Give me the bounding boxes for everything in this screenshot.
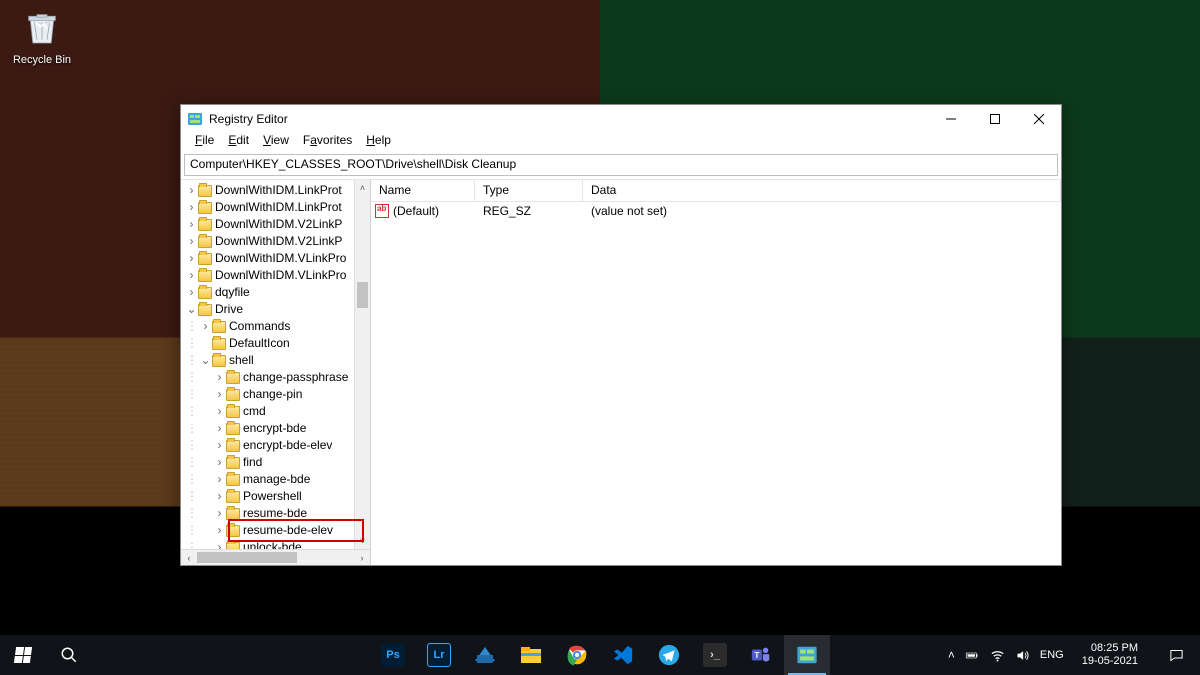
col-data[interactable]: Data <box>583 180 1061 201</box>
action-center-button[interactable] <box>1156 635 1196 675</box>
taskbar-app-mail[interactable] <box>462 635 508 675</box>
volume-icon[interactable] <box>1015 648 1030 663</box>
scroll-left-icon[interactable]: ‹ <box>181 550 197 566</box>
taskbar-app-teams[interactable]: T <box>738 635 784 675</box>
scroll-up-icon[interactable]: ˄ <box>355 180 370 196</box>
col-name[interactable]: Name <box>371 180 475 201</box>
recycle-bin[interactable]: Recycle Bin <box>12 8 72 66</box>
taskbar-app-lightroom[interactable]: Lr <box>416 635 462 675</box>
taskbar-app-telegram[interactable] <box>646 635 692 675</box>
scroll-thumb[interactable] <box>357 282 368 308</box>
string-value-icon <box>375 204 389 218</box>
scroll-down-icon[interactable]: ˅ <box>355 533 370 549</box>
expand-toggle[interactable]: ⌄ <box>186 301 197 318</box>
scroll-right-icon[interactable]: › <box>354 550 370 566</box>
svg-text:T: T <box>754 651 759 660</box>
recycle-bin-icon <box>22 8 62 48</box>
taskbar-app-regedit[interactable] <box>784 635 830 675</box>
value-row[interactable]: (Default) REG_SZ (value not set) <box>371 202 1061 220</box>
battery-icon[interactable] <box>965 648 980 663</box>
close-button[interactable] <box>1017 105 1061 133</box>
taskbar-app-chrome[interactable] <box>554 635 600 675</box>
scroll-thumb[interactable] <box>197 552 297 563</box>
taskbar-app-vscode[interactable] <box>600 635 646 675</box>
registry-tree[interactable]: ›DownlWithIDM.LinkProt ›DownlWithIDM.Lin… <box>181 180 370 549</box>
recycle-bin-label: Recycle Bin <box>12 54 72 66</box>
address-bar[interactable]: Computer\HKEY_CLASSES_ROOT\Drive\shell\D… <box>184 154 1058 176</box>
wifi-icon[interactable] <box>990 648 1005 663</box>
minimize-button[interactable] <box>929 105 973 133</box>
menu-file[interactable]: File <box>189 133 220 153</box>
value-list[interactable]: Name Type Data (Default) REG_SZ (value n… <box>371 180 1061 565</box>
system-tray: ˄ ENG 08:25 PM 19-05-2021 <box>948 635 1200 675</box>
window-title: Registry Editor <box>209 112 288 126</box>
regedit-icon <box>187 111 203 127</box>
menu-favorites[interactable]: Favorites <box>297 133 358 153</box>
notification-icon <box>1169 648 1184 663</box>
taskbar-app-terminal[interactable]: ›_ <box>692 635 738 675</box>
clock[interactable]: 08:25 PM 19-05-2021 <box>1074 642 1146 668</box>
maximize-button[interactable] <box>973 105 1017 133</box>
taskbar: Ps Lr ›_ T ˄ ENG 08:25 PM 19-05-2021 <box>0 635 1200 675</box>
start-button[interactable] <box>0 635 46 675</box>
menu-edit[interactable]: Edit <box>222 133 255 153</box>
search-icon <box>60 646 78 664</box>
tree-scrollbar-vertical[interactable]: ˄ ˅ <box>354 180 370 549</box>
search-button[interactable] <box>46 635 92 675</box>
tray-chevron-up-icon[interactable]: ˄ <box>948 648 955 662</box>
taskbar-app-photoshop[interactable]: Ps <box>370 635 416 675</box>
column-headers[interactable]: Name Type Data <box>371 180 1061 202</box>
menu-help[interactable]: Help <box>360 133 397 153</box>
col-type[interactable]: Type <box>475 180 583 201</box>
registry-editor-window: Registry Editor File Edit View Favorites… <box>180 104 1062 566</box>
titlebar[interactable]: Registry Editor <box>181 105 1061 133</box>
tree-scrollbar-horizontal[interactable]: ‹ › <box>181 549 370 565</box>
language-indicator[interactable]: ENG <box>1040 649 1064 661</box>
menu-bar: File Edit View Favorites Help <box>181 133 1061 153</box>
taskbar-app-explorer[interactable] <box>508 635 554 675</box>
expand-toggle[interactable]: ⌄ <box>200 352 211 369</box>
menu-view[interactable]: View <box>257 133 295 153</box>
